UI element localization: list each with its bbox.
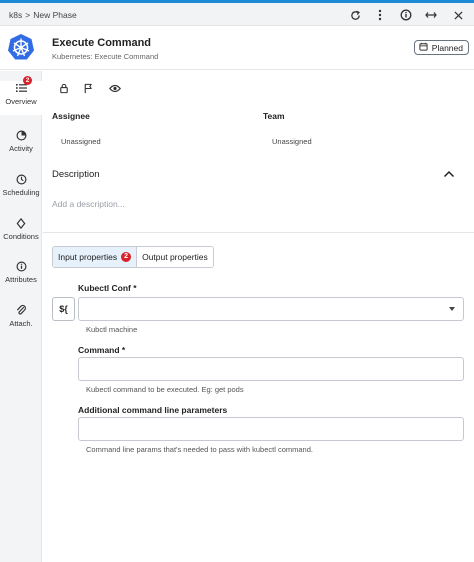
tab-input-properties[interactable]: Input properties 2 <box>53 247 138 267</box>
top-bar: k8s > New Phase <box>0 3 474 26</box>
lock-icon[interactable] <box>57 81 71 95</box>
team-label: Team <box>263 111 285 121</box>
sidebar-item-scheduling[interactable]: Scheduling <box>0 172 42 206</box>
flag-icon[interactable] <box>81 81 95 95</box>
calendar-icon <box>419 42 428 53</box>
sidebar-item-attachments[interactable]: Attach. <box>0 303 42 337</box>
expression-toggle-button[interactable]: ${ <box>52 297 75 321</box>
sidebar-item-label: Attach. <box>9 319 33 328</box>
sidebar-item-label: Attributes <box>5 275 37 284</box>
close-icon[interactable] <box>451 8 465 22</box>
tab-label: Output properties <box>142 252 208 262</box>
breadcrumb-current: New Phase <box>33 10 77 20</box>
more-vertical-icon[interactable] <box>373 8 387 22</box>
sidebar: 2 Overview Activity Scheduling Condition… <box>0 71 42 562</box>
sidebar-item-label: Scheduling <box>2 188 40 197</box>
breadcrumb: k8s > New Phase <box>9 10 77 20</box>
description-label: Description <box>52 169 100 180</box>
team-value[interactable]: Unassigned <box>272 137 312 146</box>
info-icon <box>14 259 28 273</box>
sidebar-item-label: Conditions <box>3 232 39 241</box>
sidebar-item-overview[interactable]: 2 Overview <box>0 76 42 115</box>
kubectl-conf-select[interactable] <box>78 297 464 321</box>
additional-params-label: Additional command line parameters <box>78 405 228 415</box>
kubernetes-logo-icon <box>7 33 35 61</box>
page-title: Execute Command <box>52 37 152 49</box>
section-divider <box>43 232 474 233</box>
sidebar-item-attributes[interactable]: Attributes <box>0 259 42 293</box>
kubectl-conf-label: Kubectl Conf * <box>78 283 137 293</box>
paperclip-icon <box>14 303 28 317</box>
task-header: Execute Command Kubernetes: Execute Comm… <box>0 27 474 70</box>
info-icon[interactable] <box>399 8 413 22</box>
kubectl-conf-help: Kubctl machine <box>86 325 138 334</box>
input-properties-count-badge: 2 <box>121 252 132 262</box>
diamond-icon <box>14 216 28 230</box>
activity-icon <box>14 128 28 142</box>
assignee-value[interactable]: Unassigned <box>61 137 101 146</box>
additional-params-help: Command line params that's needed to pas… <box>86 445 313 454</box>
status-badge-label: Planned <box>431 42 463 53</box>
command-help: Kubectl command to be executed. Eg: get … <box>86 385 244 394</box>
assignee-label: Assignee <box>52 111 90 121</box>
tab-label: Input properties <box>58 252 118 262</box>
description-field[interactable]: Add a description... <box>52 199 125 209</box>
chevron-down-icon <box>449 307 455 311</box>
eye-icon[interactable] <box>108 81 122 95</box>
clock-icon <box>14 172 28 186</box>
status-badge[interactable]: Planned <box>413 40 469 55</box>
sidebar-item-conditions[interactable]: Conditions <box>0 216 42 250</box>
tab-output-properties[interactable]: Output properties <box>137 247 213 267</box>
chevron-up-icon[interactable] <box>443 170 457 180</box>
command-field[interactable] <box>78 357 464 381</box>
sidebar-item-activity[interactable]: Activity <box>0 128 42 162</box>
sidebar-item-label: Overview <box>5 97 37 106</box>
page-subtitle: Kubernetes: Execute Command <box>52 52 159 61</box>
property-tabs: Input properties 2 Output properties <box>52 246 214 268</box>
additional-params-field[interactable] <box>78 417 464 441</box>
sidebar-item-label: Activity <box>9 144 33 153</box>
breadcrumb-separator: > <box>25 10 31 20</box>
refresh-icon[interactable] <box>348 8 362 22</box>
command-label: Command * <box>78 345 126 355</box>
overview-count-badge: 2 <box>23 76 32 85</box>
expand-horizontal-icon[interactable] <box>424 8 438 22</box>
breadcrumb-root[interactable]: k8s <box>9 10 22 20</box>
